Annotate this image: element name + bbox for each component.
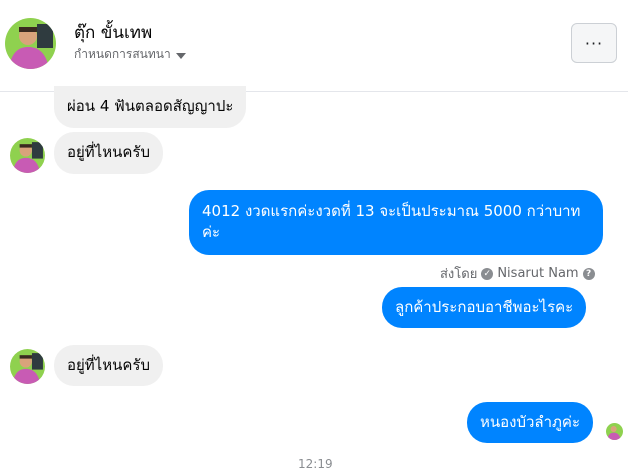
contact-avatar-small [10,349,45,384]
message-bubble-outgoing[interactable]: 4012 งวดแรกค่ะงวดที่ 13 จะเป็นประมาณ 500… [189,190,603,255]
message-bubble-outgoing[interactable]: หนองบัวลำภูค่ะ [467,402,594,443]
sent-by-prefix: ส่งโดย [440,267,478,282]
message-bubble-incoming[interactable]: อยู่ที่ไหนครับ [54,345,163,386]
sent-by-indicator: ส่งโดย ✓ Nisarut Nam ? [440,263,595,284]
caret-down-icon [175,52,186,59]
contact-avatar-small [10,138,45,173]
message-bubble-incoming[interactable]: ผ่อน 4 ฟันตลอดสัญญาปะ [54,86,247,128]
contact-name[interactable]: ตุ๊ก ขั้นเทพ [74,19,152,46]
message-timestamp: 12:19 [298,457,333,468]
contact-avatar[interactable] [5,18,56,69]
more-options-button[interactable]: ··· [571,23,617,63]
subtitle-label: กำหนดการสนทนา [74,47,171,61]
conversation-schedule-menu[interactable]: กำหนดการสนทนา [74,45,186,64]
sender-name: Nisarut Nam [497,266,579,281]
seen-receipt-avatar [606,423,623,440]
check-circle-icon: ✓ [481,267,494,280]
help-circle-icon[interactable]: ? [582,267,595,280]
conversation-header: ตุ๊ก ขั้นเทพ กำหนดการสนทนา ··· [0,0,628,92]
message-bubble-incoming[interactable]: อยู่ที่ไหนครับ [54,132,163,174]
message-bubble-outgoing[interactable]: ลูกค้าประกอบอาชีพอะไรคะ [382,287,587,328]
more-options-icon: ··· [584,33,604,53]
